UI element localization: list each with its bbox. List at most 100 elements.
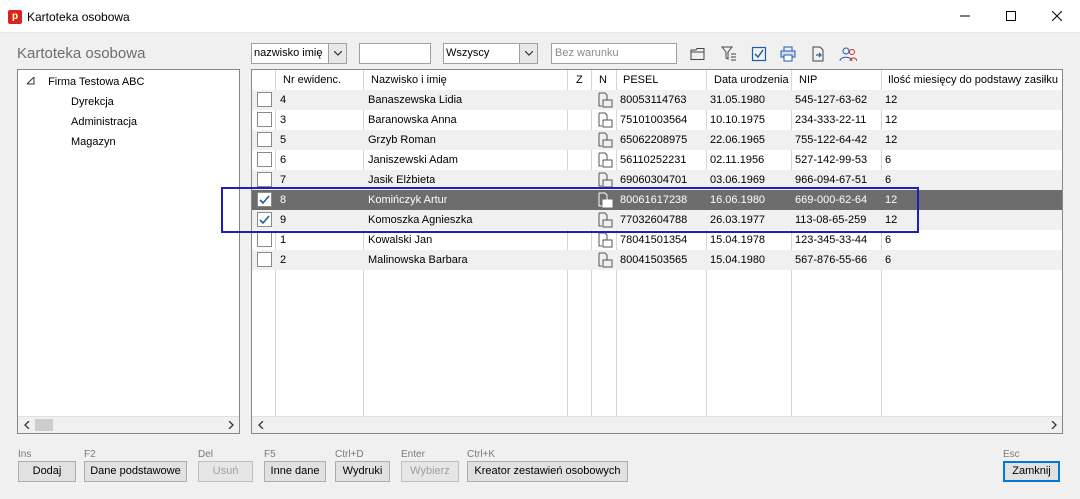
other-data-button[interactable]: Inne dane — [264, 461, 326, 482]
hotkey-hint: Ctrl+D — [335, 449, 364, 460]
cell-nr: 3 — [280, 114, 287, 126]
checkbox-icon[interactable] — [749, 44, 769, 64]
table-row[interactable]: 4 Banaszewska Lidia 80053114763 31.05.1980 5… — [252, 90, 1062, 110]
filter-combo[interactable]: Wszyscy — [443, 43, 538, 64]
cell-months: 6 — [885, 254, 892, 266]
table-row[interactable]: 1 Kowalski Jan 78041501354 15.04.1978 123-34… — [252, 230, 1062, 250]
printer-icon[interactable] — [778, 44, 798, 64]
tree-item-dyrekcja[interactable]: Dyrekcja — [71, 96, 114, 108]
column-header-n[interactable]: N — [599, 70, 607, 90]
condition-input[interactable]: Bez warunku — [551, 43, 677, 64]
document-icon[interactable] — [597, 92, 613, 108]
close-window-button[interactable]: Zamknij — [1003, 461, 1060, 482]
chevron-right-icon[interactable] — [222, 417, 239, 433]
printouts-button[interactable]: Wydruki — [335, 461, 390, 482]
cell-months: 12 — [885, 114, 898, 126]
sort-combo-value: nazwisko imię — [254, 47, 323, 59]
select-button[interactable]: Wybierz — [401, 461, 459, 482]
hotkey-hint: Ins — [18, 449, 32, 460]
cell-pesel: 80053114763 — [620, 94, 687, 106]
search-input[interactable] — [359, 43, 431, 64]
filter-combo-value: Wszyscy — [446, 47, 490, 59]
maximize-button[interactable] — [988, 0, 1034, 32]
cell-pesel: 56110252231 — [620, 154, 687, 166]
chevron-down-icon[interactable] — [328, 44, 346, 63]
tree-item-administracja[interactable]: Administracja — [71, 116, 137, 128]
sort-combo[interactable]: nazwisko imię — [251, 43, 347, 64]
row-checkbox[interactable] — [257, 92, 272, 107]
minimize-button[interactable] — [942, 0, 988, 32]
cell-birth: 10.10.1975 — [710, 114, 766, 126]
select-button-label: Wybierz — [410, 465, 450, 477]
report-wizard-button[interactable]: Kreator zestawień osobowych — [467, 461, 628, 482]
cell-months: 12 — [885, 94, 898, 106]
document-icon[interactable] — [597, 172, 613, 188]
cell-nr: 4 — [280, 94, 287, 106]
delete-button-label: Usuń — [212, 465, 239, 477]
column-header-pesel[interactable]: PESEL — [623, 70, 658, 90]
folder-icon[interactable] — [688, 44, 708, 64]
column-header-name[interactable]: Nazwisko i imię — [371, 70, 447, 90]
close-icon — [1052, 11, 1062, 21]
row-checkbox[interactable] — [257, 112, 272, 127]
report-wizard-button-label: Kreator zestawień osobowych — [474, 465, 621, 477]
chevron-right-icon[interactable] — [1045, 417, 1062, 433]
table-row[interactable]: 6 Janiszewski Adam 56110252231 02.11.1956 52… — [252, 150, 1062, 170]
cell-birth: 02.11.1956 — [710, 154, 765, 166]
cell-months: 6 — [885, 234, 892, 246]
add-button[interactable]: Dodaj — [18, 461, 76, 482]
tree-item-magazyn[interactable]: Magazyn — [71, 136, 116, 148]
cell-birth: 15.04.1978 — [710, 234, 766, 246]
column-header-nip[interactable]: NIP — [799, 70, 817, 90]
row-checkbox[interactable] — [257, 152, 272, 167]
document-icon[interactable] — [597, 152, 613, 168]
column-header-months[interactable]: Ilość miesięcy do podstawy zasiłku — [888, 70, 1062, 90]
department-tree[interactable]: Firma Testowa ABC Dyrekcja Administracja… — [17, 69, 240, 434]
document-icon[interactable] — [597, 232, 613, 248]
close-window-button-label: Zamknij — [1012, 465, 1051, 477]
selection-highlight — [221, 187, 919, 233]
row-checkbox[interactable] — [257, 252, 272, 267]
basic-data-button[interactable]: Dane podstawowe — [84, 461, 187, 482]
table-row[interactable]: 5 Grzyb Roman 65062208975 22.06.1965 755-122… — [252, 130, 1062, 150]
hotkey-hint: Esc — [1003, 449, 1020, 460]
tree-root-label: Firma Testowa ABC — [48, 76, 145, 88]
tree-horizontal-scrollbar[interactable] — [18, 416, 239, 433]
table-row[interactable]: 3 Baranowska Anna 75101003564 10.10.1975 234… — [252, 110, 1062, 130]
tree-root[interactable]: Firma Testowa ABC — [25, 75, 145, 88]
chevron-down-icon[interactable] — [519, 44, 537, 63]
filter-icon[interactable] — [719, 44, 739, 64]
row-checkbox[interactable] — [257, 132, 272, 147]
users-icon[interactable] — [838, 44, 858, 64]
tree-collapse-icon[interactable] — [25, 75, 39, 88]
export-icon[interactable] — [808, 44, 828, 64]
cell-name: Kowalski Jan — [368, 234, 433, 246]
add-button-label: Dodaj — [32, 465, 62, 477]
printouts-button-label: Wydruki — [342, 465, 383, 477]
cell-months: 6 — [885, 154, 892, 166]
row-checkbox[interactable] — [257, 172, 272, 187]
hotkey-hint: Enter — [401, 449, 425, 460]
close-button[interactable] — [1034, 0, 1080, 32]
cell-nr: 1 — [280, 234, 287, 246]
grid-horizontal-scrollbar[interactable] — [252, 416, 1062, 433]
scrollbar-thumb[interactable] — [35, 419, 53, 431]
document-icon[interactable] — [597, 112, 613, 128]
table-row[interactable]: 2 Malinowska Barbara 80041503565 15.04.1980… — [252, 250, 1062, 270]
window-title: Kartoteka osobowa — [27, 10, 130, 24]
column-header-birth[interactable]: Data urodzenia — [714, 70, 789, 90]
document-icon[interactable] — [597, 132, 613, 148]
delete-button[interactable]: Usuń — [198, 461, 253, 482]
column-header-z[interactable]: Z — [576, 70, 583, 90]
chevron-left-icon[interactable] — [252, 417, 269, 433]
document-icon[interactable] — [597, 252, 613, 268]
other-data-button-label: Inne dane — [270, 465, 320, 477]
row-checkbox[interactable] — [257, 232, 272, 247]
hotkey-hint: F2 — [84, 449, 96, 460]
minimize-icon — [960, 15, 970, 17]
column-header-nr[interactable]: Nr ewidenc. — [283, 70, 341, 90]
chevron-left-icon[interactable] — [18, 417, 35, 433]
cell-months: 12 — [885, 134, 898, 146]
cell-birth: 15.04.1980 — [710, 254, 766, 266]
employee-grid[interactable]: Nr ewidenc. Nazwisko i imię Z N PESEL Da… — [251, 69, 1063, 434]
